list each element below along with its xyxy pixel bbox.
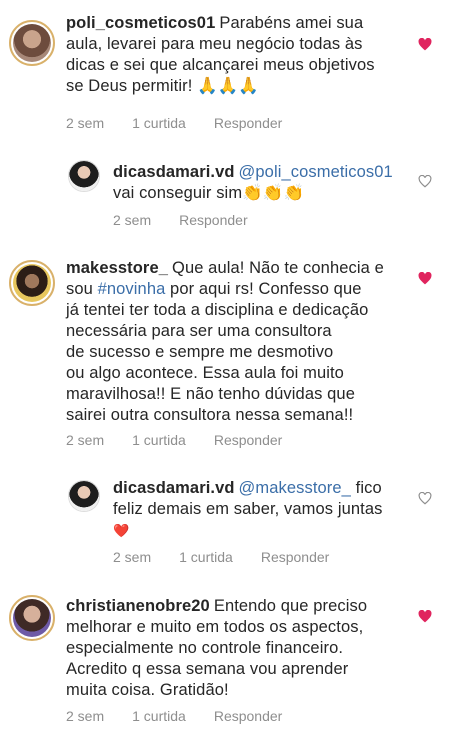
comment: poli_cosmeticos01 Parabéns amei sua aula,… (0, 0, 450, 140)
avatar[interactable] (68, 160, 100, 192)
comment-username[interactable]: dicasdamari.vd (113, 479, 235, 497)
comment-time: 2 sem (66, 115, 105, 131)
comment-meta: 2 sem 1 curtida Responder (66, 115, 310, 131)
hashtag-link[interactable]: #novinha (98, 280, 166, 298)
comment-time: 2 sem (66, 432, 105, 448)
comment-time: 2 sem (113, 212, 152, 228)
heart-emoji: ❤️ (113, 523, 130, 538)
reply-button[interactable]: Responder (214, 115, 283, 131)
mention-link[interactable]: @makesstore_ (239, 479, 351, 497)
heart-outline-icon[interactable] (418, 175, 432, 188)
reply-button[interactable]: Responder (179, 212, 248, 228)
reply-comment: dicasdamari.vd @makesstore_ fico feliz de… (0, 460, 450, 580)
mention-link[interactable]: @poli_cosmeticos01 (239, 163, 393, 181)
comment-meta: 2 sem 1 curtida Responder (66, 432, 310, 448)
comment-text: poli_cosmeticos01 Parabéns amei sua aula,… (66, 14, 375, 95)
heart-filled-icon[interactable] (418, 272, 432, 285)
reply-comment: dicasdamari.vd @poli_cosmeticos01 vai con… (0, 140, 450, 240)
avatar[interactable] (68, 480, 100, 512)
likes-count[interactable]: 1 curtida (132, 708, 186, 724)
comment-text: dicasdamari.vd @poli_cosmeticos01 vai con… (113, 163, 393, 202)
comment-username[interactable]: dicasdamari.vd (113, 163, 235, 181)
comment: christianenobre20 Entendo que preciso mel… (0, 580, 450, 750)
heart-outline-icon[interactable] (418, 492, 432, 505)
comment-time: 2 sem (113, 549, 152, 565)
comment-text: christianenobre20 Entendo que preciso mel… (66, 597, 368, 699)
comment-meta: 2 sem 1 curtida Responder (66, 708, 310, 724)
comment-text: makesstore_ Que aula! Não te conhecia e s… (66, 259, 384, 424)
avatar[interactable] (9, 20, 55, 66)
likes-count[interactable]: 1 curtida (132, 115, 186, 131)
comment-username[interactable]: makesstore_ (66, 259, 168, 277)
avatar[interactable] (9, 260, 55, 306)
comment: makesstore_ Que aula! Não te conhecia e s… (0, 240, 450, 460)
reply-button[interactable]: Responder (214, 432, 283, 448)
reply-button[interactable]: Responder (261, 549, 330, 565)
avatar[interactable] (9, 595, 55, 641)
comment-username[interactable]: christianenobre20 (66, 597, 210, 615)
reply-button[interactable]: Responder (214, 708, 283, 724)
comment-meta: 2 sem Responder (113, 212, 276, 228)
likes-count[interactable]: 1 curtida (179, 549, 233, 565)
likes-count[interactable]: 1 curtida (132, 432, 186, 448)
comment-text: dicasdamari.vd @makesstore_ fico feliz de… (113, 479, 383, 538)
heart-filled-icon[interactable] (418, 38, 432, 51)
comment-time: 2 sem (66, 708, 105, 724)
comment-meta: 2 sem 1 curtida Responder (113, 549, 357, 565)
comment-username[interactable]: poli_cosmeticos01 (66, 14, 215, 32)
heart-filled-icon[interactable] (418, 610, 432, 623)
